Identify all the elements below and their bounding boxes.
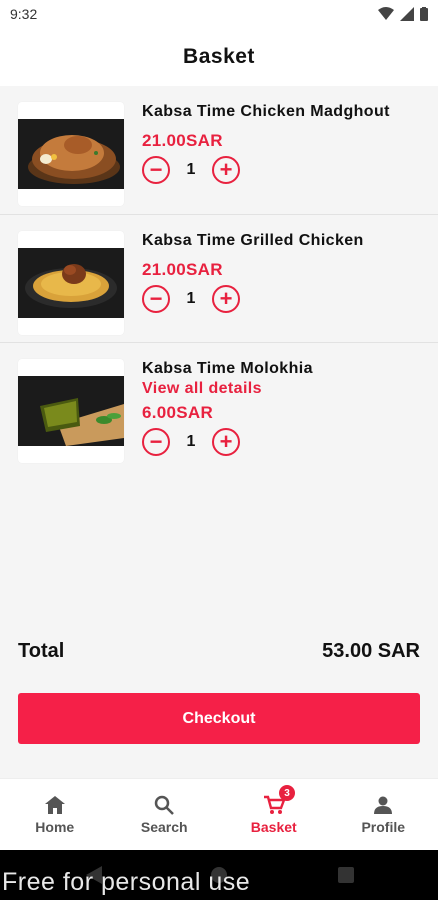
item-quantity: 1 <box>186 290 196 307</box>
increase-quantity-button[interactable]: + <box>212 428 240 456</box>
item-image[interactable] <box>18 102 124 206</box>
nav-search-label: Search <box>140 818 188 835</box>
increase-quantity-button[interactable]: + <box>212 156 240 184</box>
item-image[interactable] <box>18 359 124 463</box>
decrease-quantity-button[interactable]: − <box>142 156 170 184</box>
watermark-text: Free for personal use <box>2 868 251 896</box>
item-name[interactable]: Kabsa Time Chicken Madghout <box>142 102 420 122</box>
profile-icon <box>374 796 393 814</box>
status-bar: 9:32 <box>0 0 438 28</box>
view-all-details-link[interactable]: View all details <box>142 379 420 399</box>
battery-icon <box>420 7 428 21</box>
item-price: 21.00SAR <box>142 131 223 150</box>
search-icon <box>155 795 175 815</box>
nav-profile-label: Profile <box>361 818 406 835</box>
basket-badge: 3 <box>279 785 295 801</box>
item-quantity: 1 <box>186 433 196 450</box>
page-title: Basket <box>183 45 255 68</box>
home-icon <box>44 795 65 814</box>
recents-icon[interactable] <box>338 867 354 883</box>
bottom-nav: Home Search 3 Basket Profile <box>0 778 438 850</box>
nav-basket[interactable]: 3 Basket <box>219 779 329 850</box>
checkout-button[interactable]: Checkout <box>18 693 420 744</box>
status-icons <box>378 7 428 21</box>
total-row: Total 53.00 SAR <box>18 640 420 663</box>
increase-quantity-button[interactable]: + <box>212 285 240 313</box>
item-price: 21.00SAR <box>142 260 223 279</box>
basket-list: Kabsa Time Chicken Madghout 21.00SAR − 1… <box>0 86 438 470</box>
nav-profile[interactable]: Profile <box>329 779 438 850</box>
nav-search[interactable]: Search <box>110 779 220 850</box>
decrease-quantity-button[interactable]: − <box>142 428 170 456</box>
nav-home[interactable]: Home <box>0 779 110 850</box>
basket-item: Kabsa Time Grilled Chicken 21.00SAR − 1 … <box>0 214 438 342</box>
item-image[interactable] <box>18 231 124 335</box>
status-time: 9:32 <box>10 6 38 22</box>
basket-item: Kabsa Time Chicken Madghout 21.00SAR − 1… <box>0 86 438 214</box>
wifi-icon <box>378 7 394 20</box>
item-quantity: 1 <box>186 161 196 178</box>
total-label: Total <box>18 640 65 662</box>
basket-item: Kabsa Time Molokhia View all details 6.0… <box>0 342 438 470</box>
decrease-quantity-button[interactable]: − <box>142 285 170 313</box>
item-name[interactable]: Kabsa Time Grilled Chicken <box>142 231 420 251</box>
nav-basket-label: Basket <box>250 818 297 835</box>
signal-icon <box>400 7 414 21</box>
total-value: 53.00 SAR <box>322 640 420 662</box>
app-header: Basket <box>0 28 438 86</box>
item-name[interactable]: Kabsa Time Molokhia <box>142 359 420 379</box>
nav-home-label: Home <box>35 818 75 835</box>
item-price: 6.00SAR <box>142 403 214 422</box>
